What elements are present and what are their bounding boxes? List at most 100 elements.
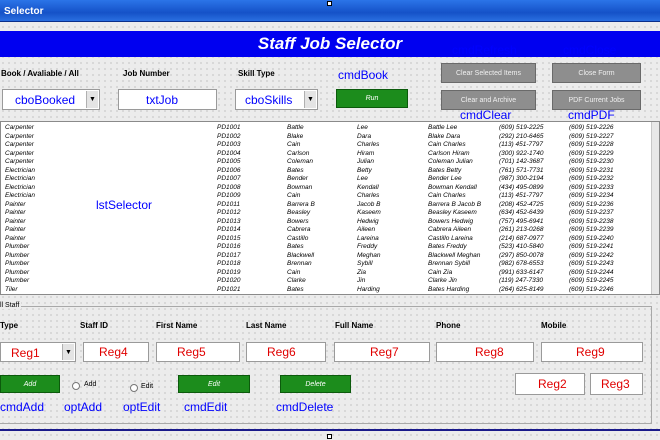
cell-full-name: Blake Dara (428, 132, 461, 140)
cell-full-name: Carlson Hiram (428, 149, 470, 157)
cell-phone: (264) 625-8149 (499, 285, 544, 293)
cell-skill: Electrician (5, 183, 35, 191)
booked-combobox[interactable]: cboBooked ▼ (2, 89, 100, 110)
cell-phone: (261) 213-0268 (499, 226, 544, 233)
list-row[interactable]: Tiler PD1021 Bates Harding Bates Harding (264… (1, 286, 651, 294)
cell-staff-id: PD1020 (217, 277, 241, 284)
list-row[interactable]: Electrician PD1009 Cain Charles Cain Charles… (1, 192, 651, 200)
clear-selected-button[interactable]: Clear Selected Items (441, 63, 536, 83)
cell-first-name: Dara (357, 132, 372, 140)
type-label: Type (0, 321, 19, 330)
cell-mobile: (609) 519-2237 (569, 209, 614, 216)
list-row[interactable]: Electrician PD1008 Bowman Kendall Bowman Ken… (1, 184, 651, 192)
cell-skill: Electrician (5, 166, 35, 174)
add-button[interactable]: Add (0, 375, 60, 393)
reg2-field[interactable]: Reg2 (515, 373, 585, 395)
cell-phone: (113) 451-7797 (499, 141, 543, 148)
cell-first-name: Jacob B (357, 200, 381, 208)
chevron-down-icon[interactable]: ▼ (304, 91, 316, 108)
cell-mobile: (609) 519-2233 (569, 183, 614, 191)
list-row[interactable]: Plumber PD1017 Blackwell Meghan Blackwell Me… (1, 252, 651, 260)
cell-staff-id: PD1013 (217, 217, 241, 225)
cell-full-name: Bates Freddy (428, 243, 467, 250)
edit-radio[interactable] (130, 384, 138, 392)
job-number-value: txtJob (146, 93, 179, 107)
list-row[interactable]: Plumber PD1019 Cain Zia Cain Zia (991) 633-61… (1, 269, 651, 277)
cell-full-name: Clarke Jin (428, 277, 457, 284)
cell-last-name: Battle (287, 124, 304, 131)
list-row[interactable]: Painter PD1015 Castillo Lareina Castillo Lar… (1, 235, 651, 243)
staff-group-label: ll Staff (0, 302, 22, 309)
phone-field[interactable]: Reg8 (436, 342, 534, 362)
full-name-field[interactable]: Reg7 (334, 342, 430, 362)
list-row[interactable]: Plumber PD1020 Clarke Jin Clarke Jin (119) 24… (1, 277, 651, 285)
staff-id-value: Reg4 (99, 345, 128, 359)
cell-skill: Painter (5, 209, 26, 216)
chevron-down-icon[interactable]: ▼ (86, 91, 98, 108)
pdf-jobs-button[interactable]: PDF Current Jobs (552, 90, 641, 110)
list-row[interactable]: Carpenter PD1004 Carlson Hiram Carlson Hiram… (1, 150, 651, 158)
last-name-field[interactable]: Reg6 (246, 342, 326, 362)
cell-staff-id: PD1018 (217, 260, 241, 267)
staff-id-field[interactable]: Reg4 (83, 342, 149, 362)
cell-phone: (113) 451-7797 (499, 192, 543, 199)
cell-last-name: Bates (287, 166, 304, 174)
type-combobox[interactable]: Reg1 ▼ (0, 342, 76, 362)
list-row[interactable]: Carpenter PD1005 Coleman Julian Coleman Juli… (1, 158, 651, 166)
cell-first-name: Charles (357, 141, 380, 148)
reg3-field[interactable]: Reg3 (590, 373, 643, 395)
close-form-button[interactable]: Close Form (552, 63, 641, 83)
cell-first-name: Betty (357, 166, 372, 174)
list-row[interactable]: Electrician PD1006 Bates Betty Bates Betty (7… (1, 167, 651, 175)
list-row[interactable]: Electrician PD1007 Bender Lee Bender Lee (987… (1, 175, 651, 183)
cell-first-name: Jin (357, 277, 366, 284)
cell-skill: Electrician (5, 175, 35, 182)
cell-phone: (701) 142-3687 (499, 158, 544, 165)
list-row[interactable]: Carpenter PD1003 Cain Charles Cain Charles (1… (1, 141, 651, 149)
edit-button[interactable]: Edit (178, 375, 250, 393)
list-row[interactable]: Painter PD1011 Barrera B Jacob B Barrera B J… (1, 201, 651, 209)
list-row[interactable]: Carpenter PD1002 Blake Dara Blake Dara (292) … (1, 133, 651, 141)
cell-full-name: Bates Betty (428, 166, 462, 174)
run-button[interactable]: Run (336, 89, 408, 108)
cell-mobile: (609) 519-2242 (569, 251, 614, 259)
cell-staff-id: PD1002 (217, 132, 241, 140)
booked-label: Book / Avaliable / All (1, 69, 79, 78)
list-row[interactable]: Painter PD1012 Beasley Kaseem Beasley Kaseem… (1, 209, 651, 217)
list-row[interactable]: Plumber PD1018 Brennan Sybill Brennan Sybill… (1, 260, 651, 268)
first-name-value: Reg5 (177, 345, 206, 359)
cell-full-name: Battle Lee (428, 124, 458, 131)
add-radio[interactable] (72, 382, 80, 390)
cell-phone: (609) 519-2225 (499, 124, 544, 131)
list-row[interactable]: Plumber PD1016 Bates Freddy Bates Freddy (523… (1, 243, 651, 251)
cell-skill: Carpenter (5, 141, 34, 148)
cell-phone: (982) 678-6553 (499, 260, 544, 267)
cell-first-name: Kaseem (357, 209, 381, 216)
job-number-input[interactable]: txtJob (118, 89, 217, 110)
list-row[interactable]: Carpenter PD1001 Battle Lee Battle Lee (609) … (1, 124, 651, 132)
cell-full-name: Barrera B Jacob B (428, 200, 482, 208)
chevron-down-icon[interactable]: ▼ (62, 344, 74, 360)
resize-handle-top[interactable] (327, 1, 332, 6)
delete-button-label: Delete (305, 381, 326, 388)
list-row[interactable]: Painter PD1014 Cabrera Aileen Cabrera Aileen… (1, 226, 651, 234)
mobile-field[interactable]: Reg9 (541, 342, 643, 362)
resize-handle-bottom[interactable] (327, 434, 332, 439)
cell-first-name: Lee (357, 175, 368, 182)
staff-list[interactable]: Carpenter PD1001 Battle Lee Battle Lee (609) … (0, 121, 660, 295)
delete-button[interactable]: Delete (280, 375, 351, 393)
clear-archive-button[interactable]: Clear and Archive (441, 90, 536, 110)
cell-phone: (214) 687-0977 (499, 234, 544, 242)
skill-type-label: Skill Type (238, 69, 275, 78)
cell-phone: (761) 571-7731 (499, 166, 544, 174)
skill-type-combobox[interactable]: cboSkills ▼ (235, 89, 318, 110)
cell-last-name: Bender (287, 175, 308, 182)
list-scrollbar[interactable] (651, 122, 659, 294)
list-row[interactable]: Painter PD1013 Bowers Hedwig Bowers Hedwig (7… (1, 218, 651, 226)
first-name-field[interactable]: Reg5 (156, 342, 240, 362)
cell-skill: Carpenter (5, 124, 34, 131)
last-name-label: Last Name (246, 321, 287, 330)
cell-first-name: Zia (357, 268, 367, 276)
phone-label: Phone (436, 321, 461, 330)
bottom-border (0, 429, 660, 431)
